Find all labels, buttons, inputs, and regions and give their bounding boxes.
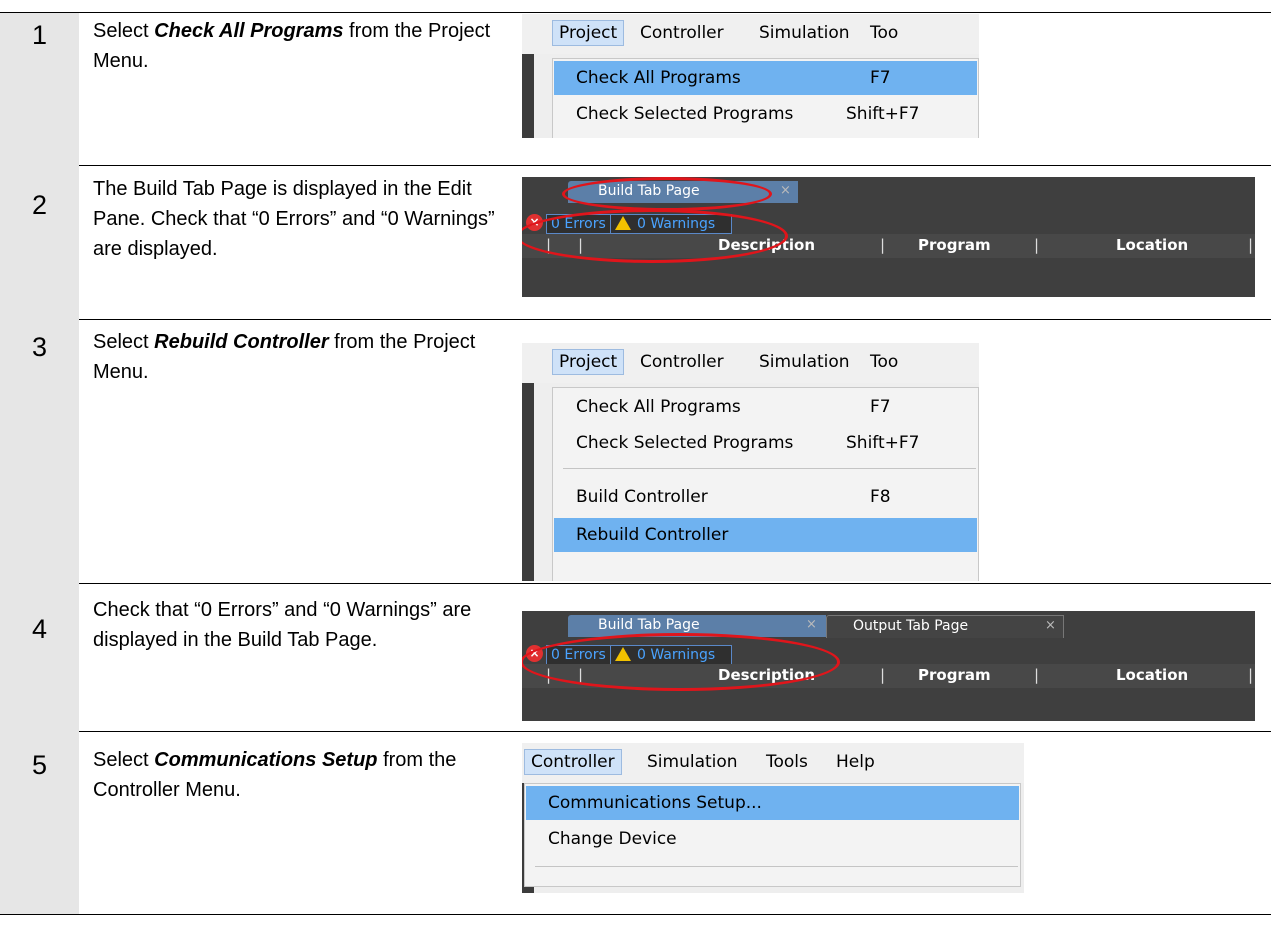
menu-item-communications-setup[interactable]: Communications Setup...	[526, 786, 1019, 820]
project-dropdown: Check All Programs F7 Check Selected Pro…	[552, 387, 979, 581]
row-divider	[0, 914, 1271, 915]
menu-controller[interactable]: Controller	[640, 352, 724, 372]
menu-bar: Project Controller Simulation Too	[522, 14, 979, 54]
column-location[interactable]: Location	[1116, 236, 1188, 254]
column-program[interactable]: Program	[918, 666, 991, 684]
menu-tools[interactable]: Tools	[766, 752, 808, 772]
step-number: 4	[31, 614, 48, 644]
shortcut: F8	[870, 487, 891, 507]
shortcut: Shift+F7	[846, 104, 920, 124]
menu-item-build-controller[interactable]: Build Controller F8	[554, 480, 977, 514]
menu-project[interactable]: Project	[552, 20, 625, 46]
close-icon[interactable]: ×	[806, 617, 817, 632]
menu-separator	[535, 866, 1018, 867]
controller-menu-screenshot: Controller Simulation Tools Help Communi…	[522, 743, 1024, 893]
step-1-description: Select Check All Programs from the Proje…	[93, 20, 491, 72]
menu-controller[interactable]: Controller	[524, 749, 622, 775]
column-location[interactable]: Location	[1116, 666, 1188, 684]
close-icon[interactable]: ×	[1045, 618, 1056, 633]
build-tab-page-screenshot: Build Tab Page × × 0 Errors 0 Warnings |…	[522, 177, 1255, 297]
step-3-description: Select Rebuild Controller from the Proje…	[93, 331, 476, 383]
menu-item-check-all-programs[interactable]: Check All Programs F7	[554, 390, 977, 424]
project-menu-rebuild-screenshot: Project Controller Simulation Too Check …	[522, 343, 979, 581]
shortcut: F7	[870, 68, 891, 88]
menu-simulation[interactable]: Simulation	[759, 352, 850, 372]
menu-command: Communications Setup	[154, 749, 378, 771]
row-divider	[0, 165, 1271, 166]
step-4-description: Check that “0 Errors” and “0 Warnings” a…	[93, 599, 472, 651]
menu-tools[interactable]: Too	[870, 23, 898, 43]
menu-item-check-all-programs[interactable]: Check All Programs F7	[554, 61, 977, 95]
row-divider	[0, 583, 1271, 584]
menu-item-check-selected-programs[interactable]: Check Selected Programs Shift+F7	[554, 97, 977, 131]
menu-project[interactable]: Project	[552, 349, 625, 375]
build-output-tabs-screenshot: Build Tab Page × Output Tab Page × × 0 E…	[522, 611, 1255, 721]
menu-help[interactable]: Help	[836, 752, 875, 772]
background-strip	[522, 54, 534, 138]
menu-simulation[interactable]: Simulation	[647, 752, 738, 772]
step-2-description: The Build Tab Page is displayed in the E…	[93, 178, 495, 260]
menu-command: Rebuild Controller	[154, 331, 329, 353]
menu-simulation[interactable]: Simulation	[759, 23, 850, 43]
highlight-ellipse	[562, 177, 772, 211]
highlight-ellipse	[522, 633, 840, 691]
row-divider	[0, 12, 1271, 13]
menu-command: Check All Programs	[154, 20, 344, 42]
shortcut: Shift+F7	[846, 433, 920, 453]
menu-controller[interactable]: Controller	[640, 23, 724, 43]
menu-separator	[563, 468, 976, 469]
highlight-ellipse	[522, 209, 788, 263]
menu-bar: Controller Simulation Tools Help	[522, 743, 1024, 783]
background-strip	[522, 383, 534, 581]
menu-item-check-selected-programs[interactable]: Check Selected Programs Shift+F7	[554, 426, 977, 460]
menu-item-change-device[interactable]: Change Device	[526, 822, 1019, 856]
menu-item-rebuild-controller[interactable]: Rebuild Controller	[554, 518, 977, 552]
project-dropdown: Check All Programs F7 Check Selected Pro…	[552, 58, 979, 138]
step-number: 1	[31, 20, 48, 50]
step-number: 5	[31, 750, 48, 780]
close-icon[interactable]: ×	[780, 183, 791, 198]
project-menu-screenshot: Project Controller Simulation Too Check …	[522, 14, 979, 138]
row-divider	[0, 731, 1271, 732]
shortcut: F7	[870, 397, 891, 417]
step-number: 2	[31, 190, 48, 220]
menu-tools[interactable]: Too	[870, 352, 898, 372]
tab-output[interactable]: Output Tab Page ×	[826, 615, 1064, 638]
menu-bar: Project Controller Simulation Too	[522, 343, 979, 383]
step-number: 3	[31, 332, 48, 362]
step-5-description: Select Communications Setup from the Con…	[93, 749, 457, 801]
column-program[interactable]: Program	[918, 236, 991, 254]
row-divider	[0, 319, 1271, 320]
controller-dropdown: Communications Setup... Change Device	[524, 783, 1021, 887]
